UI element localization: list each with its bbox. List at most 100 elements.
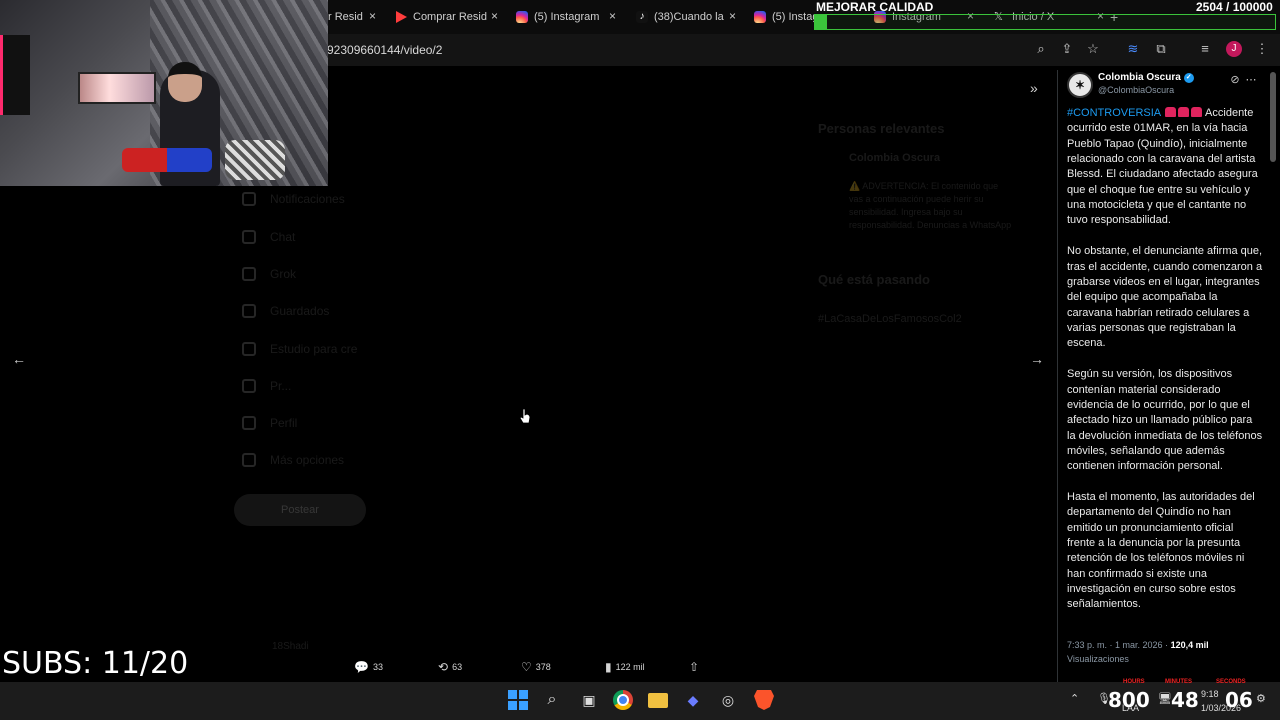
windows-taskbar bbox=[0, 682, 1280, 720]
avatar[interactable]: ✶ bbox=[1067, 72, 1093, 98]
share-button[interactable]: ⇧ bbox=[689, 660, 703, 674]
tweet-paragraph-4: Hasta el momento, las autoridades del de… bbox=[1067, 491, 1255, 611]
media-control-icon[interactable]: ≡ bbox=[1197, 41, 1213, 57]
views-count: 122 mil bbox=[615, 662, 645, 672]
user-handle[interactable]: @ColombiaOscura bbox=[1098, 85, 1174, 95]
trending-heading: Qué está pasando bbox=[818, 272, 930, 287]
nav-label: Pr... bbox=[270, 379, 292, 393]
tab-instagram-2[interactable]: (5) Instagram bbox=[754, 6, 814, 28]
relevant-name: Colombia Oscura bbox=[849, 152, 941, 164]
network-icon[interactable]: 🖥 bbox=[1158, 692, 1172, 705]
nav-grok: Grok bbox=[242, 267, 296, 281]
reply-count: 33 bbox=[372, 662, 383, 672]
goal-progress-bar bbox=[814, 14, 1276, 30]
windows-start-icon[interactable] bbox=[508, 690, 528, 710]
display-name[interactable]: Colombia Oscura ✓ bbox=[1098, 72, 1194, 83]
tab-label: (38)Cuando la bbox=[654, 11, 724, 23]
reply-icon: 💬 bbox=[354, 660, 369, 674]
nav-label: Chat bbox=[270, 230, 296, 244]
settings-gear-icon[interactable]: ⚙ bbox=[1256, 692, 1266, 705]
tweet-paragraph-3: Según su versión, los dispositivos conte… bbox=[1067, 368, 1263, 473]
task-view-icon[interactable]: ▣ bbox=[579, 690, 599, 710]
tweet-text: #CONTROVERSIA Accidente ocurrido este 01… bbox=[1067, 106, 1263, 628]
profile-icon bbox=[242, 416, 256, 430]
stream-clock-minutes: 48 bbox=[1171, 688, 1199, 712]
profile-avatar[interactable]: J bbox=[1226, 41, 1242, 57]
app-diamond-icon[interactable]: ◆ bbox=[683, 690, 703, 710]
nav-label: Notificaciones bbox=[270, 192, 345, 206]
expand-panel-icon[interactable]: » bbox=[1030, 80, 1038, 96]
tab-close-icon[interactable]: × bbox=[609, 9, 616, 23]
chrome-icon[interactable] bbox=[613, 690, 633, 710]
more-icon bbox=[242, 453, 256, 467]
webcam-cushion bbox=[225, 140, 285, 180]
nav-profile: Perfil bbox=[242, 416, 297, 430]
url-field[interactable]: 92309660144/video/2 bbox=[327, 43, 442, 57]
extensions-puzzle-icon[interactable]: ⧉ bbox=[1153, 41, 1169, 57]
search-icon[interactable]: ⌕ bbox=[542, 690, 562, 710]
nav-premium: Pr... bbox=[242, 379, 291, 393]
tab-instagram[interactable]: (5) Instagram × bbox=[516, 6, 616, 28]
instagram-icon bbox=[754, 11, 766, 23]
next-media-arrow-icon[interactable]: → bbox=[1030, 351, 1044, 367]
taskbar-time: 9:18 bbox=[1201, 689, 1219, 699]
stream-clock-hours: 800 bbox=[1108, 688, 1150, 712]
reply-button[interactable]: 💬 33 bbox=[354, 660, 383, 674]
clock-minutes-label: MINUTES bbox=[1165, 679, 1192, 685]
repost-button[interactable]: ⟲ 63 bbox=[438, 660, 462, 674]
tweet-paragraph-2: No obstante, el denunciante afirma que, … bbox=[1067, 245, 1263, 350]
bookmark-star-icon[interactable]: ☆ bbox=[1085, 41, 1101, 57]
tab-close-icon[interactable]: × bbox=[491, 9, 498, 23]
more-options-icon[interactable]: ⋯ bbox=[1243, 72, 1259, 88]
menu-kebab-icon[interactable]: ⋮ bbox=[1254, 41, 1270, 57]
install-icon[interactable]: ⇪ bbox=[1059, 41, 1075, 57]
grok-explain-icon[interactable]: ⊘ bbox=[1227, 72, 1243, 88]
tweet-paragraph-1-text: Accidente ocurrido este 01MAR, en la vía… bbox=[1067, 107, 1258, 227]
tab-comprar-residencial[interactable]: Comprar Resid × bbox=[396, 6, 498, 28]
bell-icon bbox=[242, 192, 256, 206]
webcam-person-head bbox=[168, 62, 202, 102]
obs-icon[interactable]: ◎ bbox=[718, 690, 738, 710]
panel-scrollbar[interactable] bbox=[1270, 72, 1276, 162]
views-button[interactable]: ▮ 122 mil bbox=[605, 660, 645, 674]
nav-more: Más opciones bbox=[242, 453, 344, 467]
tab-close-icon[interactable]: × bbox=[729, 9, 736, 23]
goal-counter: 2504 / 100000 bbox=[1196, 0, 1273, 14]
nav-label: Grok bbox=[270, 267, 297, 281]
extension-wave-icon[interactable]: ≋ bbox=[1125, 41, 1141, 57]
tweet-timestamp[interactable]: 7:33 p. m. · 1 mar. 2026 · 120,4 mil bbox=[1067, 640, 1209, 650]
tab-label: (5) Instagram bbox=[534, 11, 600, 23]
file-explorer-icon[interactable] bbox=[648, 693, 668, 708]
instagram-icon bbox=[516, 11, 528, 23]
webcam-monitor bbox=[78, 72, 156, 104]
zoom-icon[interactable]: ⌕ bbox=[1033, 41, 1049, 57]
siren-emoji-icon bbox=[1190, 107, 1202, 117]
tiktok-icon: ♪ bbox=[636, 11, 648, 23]
x-premium-icon bbox=[242, 379, 256, 393]
tab-close-icon[interactable]: × bbox=[369, 9, 376, 23]
tab-residencial[interactable]: r Resid × bbox=[328, 6, 378, 28]
tray-chevron-icon[interactable]: ⌃ bbox=[1070, 692, 1079, 705]
subs-counter: SUBS: 11/20 bbox=[2, 646, 189, 681]
like-button[interactable]: ♡ 378 bbox=[521, 660, 551, 674]
tab-label: Comprar Resid bbox=[413, 11, 487, 23]
previous-media-arrow-icon[interactable]: ← bbox=[12, 351, 26, 367]
clock-hours-label: HOURS bbox=[1123, 679, 1145, 685]
bookmark-icon bbox=[242, 304, 256, 318]
nav-notifications: Notificaciones bbox=[242, 192, 345, 206]
siren-emoji-icon bbox=[1164, 107, 1176, 117]
verified-badge-icon: ✓ bbox=[1183, 72, 1194, 83]
play-icon bbox=[396, 11, 407, 23]
nav-creator-studio: Estudio para cre bbox=[242, 342, 357, 356]
webcam-overlay bbox=[0, 0, 328, 186]
tab-tiktok[interactable]: ♪ (38)Cuando la × bbox=[636, 6, 736, 28]
goal-progress-fill bbox=[815, 15, 827, 29]
nav-label: Más opciones bbox=[270, 453, 345, 467]
nav-chat: Chat bbox=[242, 230, 295, 244]
webcam-pc-tower bbox=[0, 35, 30, 115]
trend-item: #LaCasaDeLosFamososCol2 bbox=[818, 313, 962, 325]
repost-icon: ⟲ bbox=[438, 660, 449, 674]
repost-count: 63 bbox=[452, 662, 463, 672]
stream-clock-seconds: 06 bbox=[1225, 688, 1253, 712]
hashtag-link[interactable]: #CONTROVERSIA bbox=[1067, 107, 1161, 119]
